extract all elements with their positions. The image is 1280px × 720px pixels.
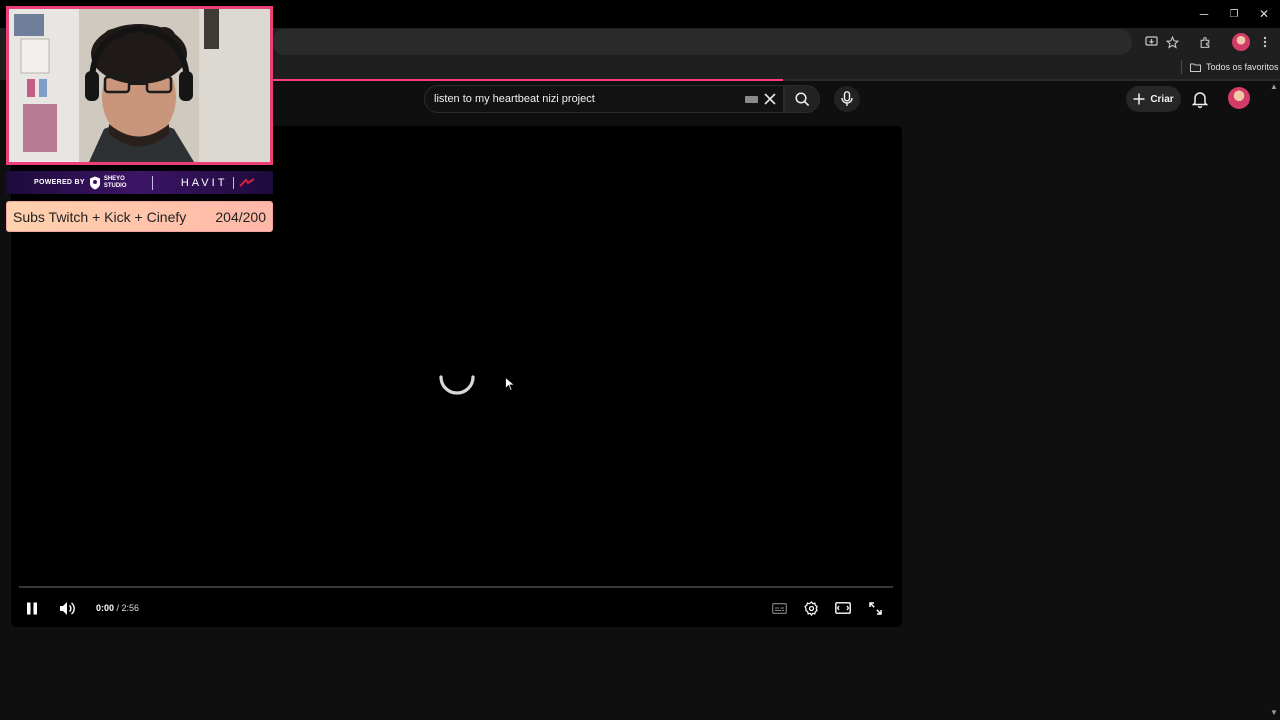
minimize-button[interactable]: ─ (1190, 4, 1218, 24)
sponsor-banner: POWERED BY SHEYO STUDIO HAVIT (6, 171, 273, 194)
extensions-icon[interactable] (1196, 33, 1214, 51)
loading-spinner (435, 357, 479, 401)
search-button[interactable] (784, 85, 820, 113)
keyboard-icon[interactable] (745, 96, 758, 103)
settings-icon[interactable] (801, 598, 821, 618)
powered-by-label: POWERED BY (34, 179, 85, 186)
sponsor-small-brand: SHEYO STUDIO (103, 175, 127, 189)
scroll-up-arrow[interactable]: ▲ (1269, 82, 1279, 92)
shield-logo-icon (89, 176, 100, 189)
mouse-cursor (505, 376, 516, 392)
scroll-down-arrow[interactable]: ▼ (1269, 708, 1279, 718)
page-load-progress (272, 79, 783, 81)
folder-icon (1190, 63, 1201, 72)
star-icon[interactable] (1163, 33, 1181, 51)
page-load-track (783, 79, 1280, 81)
all-bookmarks-button[interactable]: Todos os favoritos (1190, 58, 1279, 76)
subs-goal-widget: Subs Twitch + Kick + Cinefy 204/200 (6, 201, 273, 232)
bell-icon[interactable] (1190, 89, 1210, 109)
install-icon[interactable] (1142, 33, 1160, 51)
subs-goal-count: 204/200 (215, 208, 266, 225)
search-query-text: listen to my heartbeat nizi project (434, 93, 595, 105)
bookmarks-divider (1181, 60, 1182, 74)
subs-goal-label: Subs Twitch + Kick + Cinefy (13, 208, 187, 225)
sponsor-brand: HAVIT (180, 176, 228, 189)
seek-bar[interactable] (19, 586, 893, 588)
address-bar[interactable] (272, 29, 1132, 55)
create-button[interactable]: Criar (1126, 86, 1181, 112)
subtitles-icon[interactable] (769, 598, 789, 618)
create-label: Criar (1150, 93, 1174, 105)
current-time: 0:00 (96, 603, 115, 613)
time-separator: / (114, 603, 122, 613)
all-bookmarks-label: Todos os favoritos (1206, 62, 1279, 72)
avatar[interactable] (1228, 87, 1250, 109)
theater-icon[interactable] (833, 598, 853, 618)
time-display: 0:00 / 2:56 (96, 603, 139, 613)
fullscreen-icon[interactable] (865, 598, 885, 618)
close-window-button[interactable]: ✕ (1250, 4, 1278, 24)
brand-logo-icon (239, 177, 255, 187)
duration: 2:56 (121, 603, 140, 613)
pause-icon[interactable] (22, 598, 42, 618)
restore-button[interactable]: ❐ (1220, 4, 1248, 24)
brand-divider (233, 176, 235, 189)
voice-search-button[interactable] (834, 86, 860, 112)
mic-icon (841, 91, 853, 106)
volume-icon[interactable] (57, 598, 77, 618)
sponsor-divider (151, 175, 153, 190)
webcam-overlay (6, 6, 273, 165)
clear-icon[interactable] (763, 90, 777, 108)
profile-avatar[interactable] (1232, 33, 1250, 51)
plus-icon (1133, 93, 1145, 105)
search-icon (795, 92, 810, 107)
menu-icon[interactable] (1256, 33, 1274, 51)
